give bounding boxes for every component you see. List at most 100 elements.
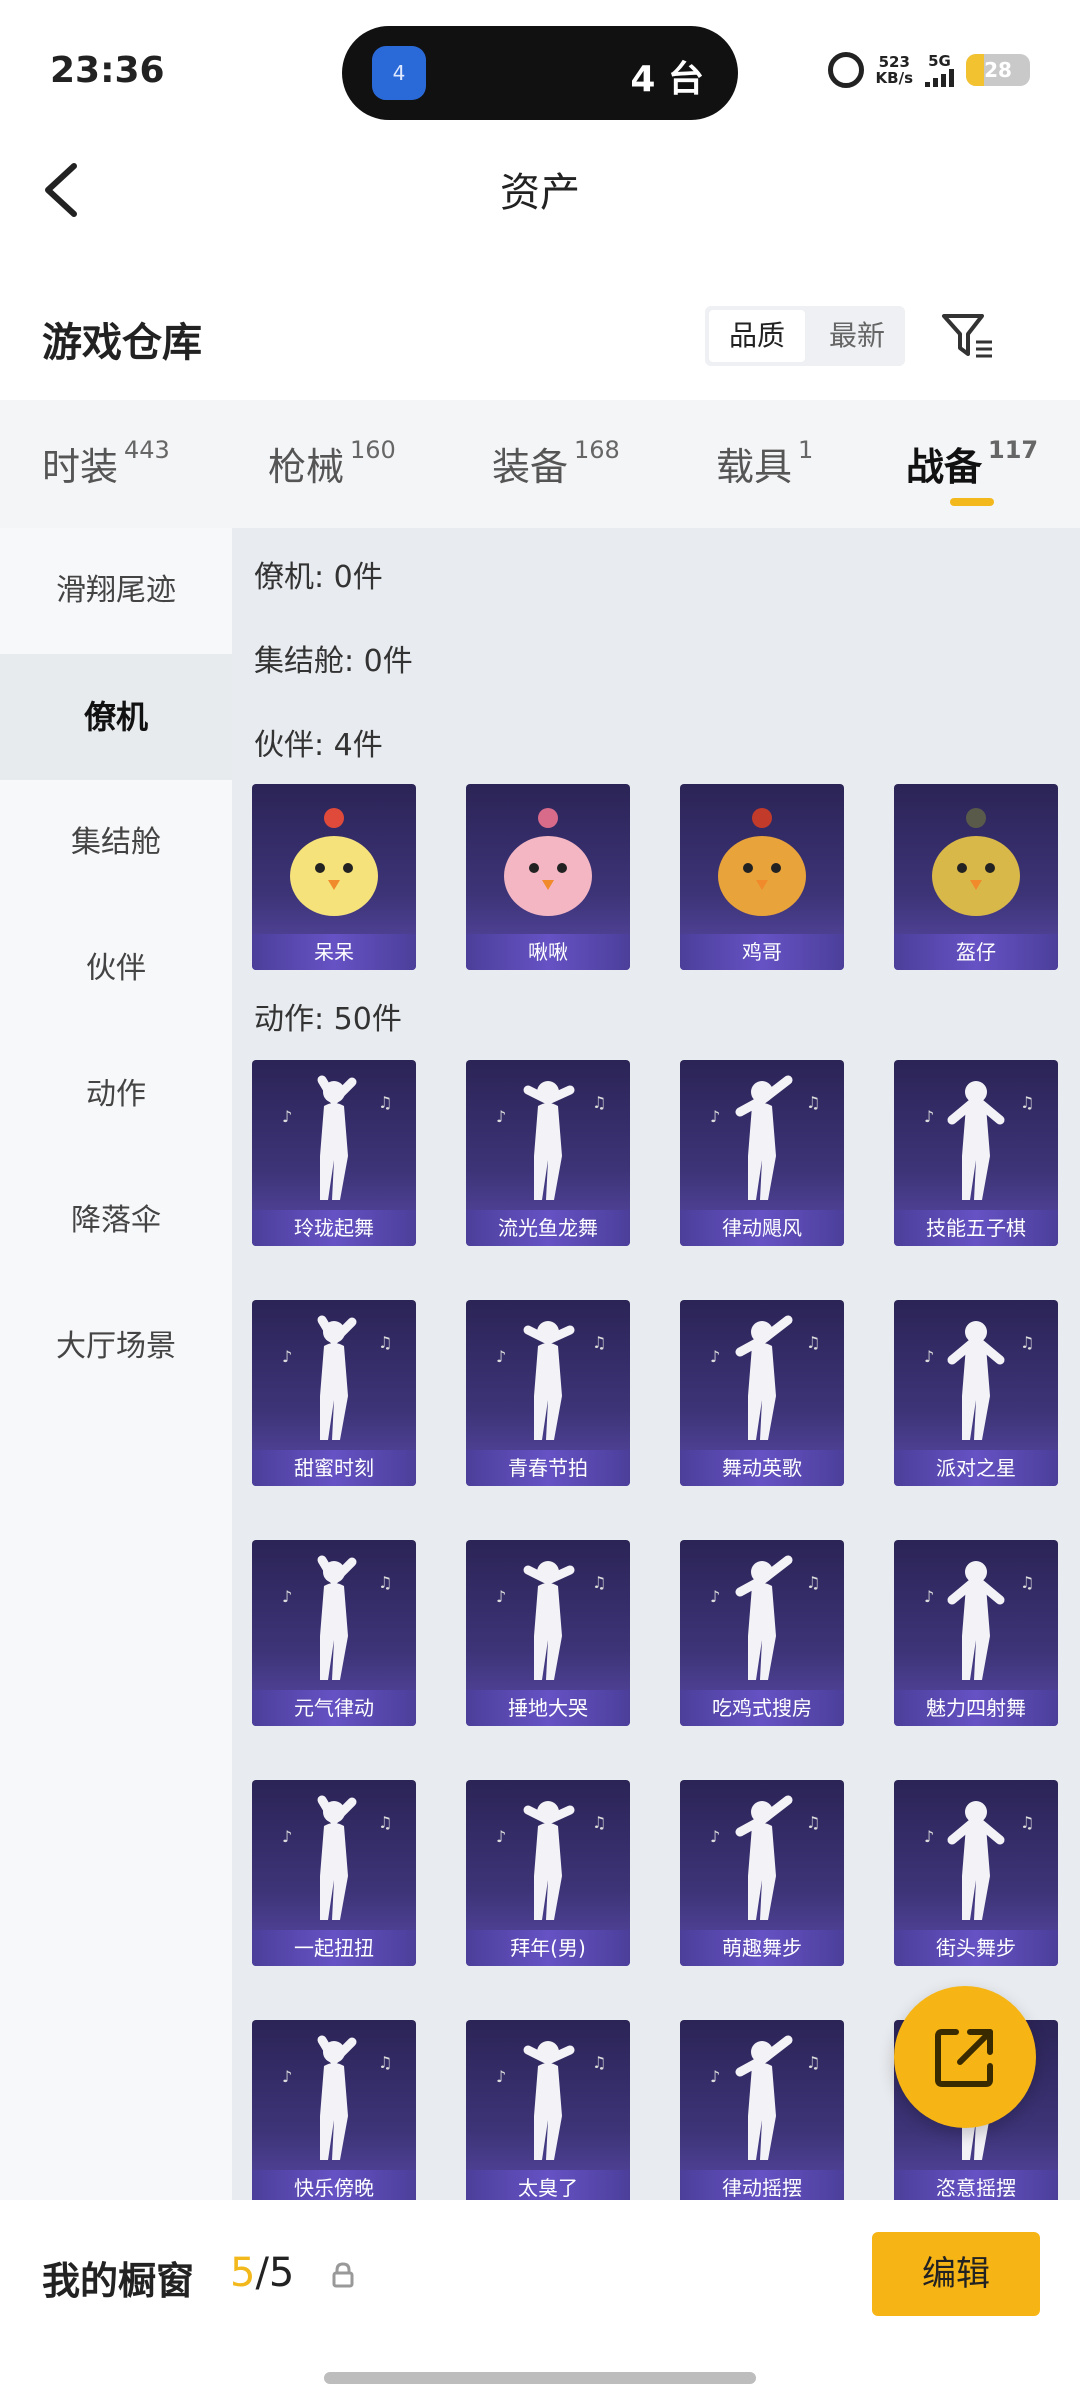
sidebar-item-capsule[interactable]: 集结舱 [0,780,232,906]
lock-icon [332,2262,354,2288]
net-speed: 523 KB/s [876,54,913,86]
partner-card[interactable]: 呆呆 [252,784,416,970]
sidebar-item-partner[interactable]: 伙伴 [0,906,232,1032]
emote-figure: ♪♫ [680,1540,844,1690]
group-label-emote: 动作: 50件 [254,1002,402,1037]
card-name: 盔仔 [894,934,1058,970]
sort-newest[interactable]: 最新 [809,306,905,366]
emote-figure: ♪♫ [894,1540,1058,1690]
signal: 5G [925,53,954,87]
card-name: 技能五子棋 [894,1210,1058,1246]
status-time: 23:36 [50,50,165,91]
svg-text:♪: ♪ [496,1587,506,1606]
emote-card[interactable]: ♪ ♫ 技能五子棋 [894,1060,1058,1246]
emote-card[interactable]: ♪ ♫ 拜年(男) [466,1780,630,1966]
sidebar-item-emote[interactable]: 动作 [0,1032,232,1158]
emote-card[interactable]: ♪ ♫ 律动摇摆 [680,2020,844,2200]
sort-quality[interactable]: 品质 [709,310,806,362]
status-bar: 23:36 4 4 台 523 KB/s 5G 28 [0,0,1080,130]
svg-text:♫: ♫ [592,2053,606,2072]
dynamic-island[interactable]: 4 4 台 [342,26,738,120]
partner-avatar [466,784,630,934]
share-button[interactable] [894,1986,1036,2128]
emote-card[interactable]: ♪ ♫ 甜蜜时刻 [252,1300,416,1486]
card-name: 元气律动 [252,1690,416,1726]
emote-card[interactable]: ♪ ♫ 吃鸡式搜房 [680,1540,844,1726]
item-grid: 僚机: 0件 集结舱: 0件 伙伴: 4件 动作: 50件 呆呆 啾啾 鸡哥 盔仔 ♪ ♫… [232,528,1080,2200]
svg-text:♫: ♫ [378,1573,392,1592]
emote-card[interactable]: ♪ ♫ 流光鱼龙舞 [466,1060,630,1246]
tab-label: 枪械 [268,445,345,489]
emote-card[interactable]: ♪ ♫ 派对之星 [894,1300,1058,1486]
tab-fashion[interactable]: 时装 443 [42,436,170,491]
emote-figure: ♪♫ [466,1060,630,1210]
card-name: 捶地大哭 [466,1690,630,1726]
sidebar-item-glide-trail[interactable]: 滑翔尾迹 [0,528,232,654]
partner-avatar [894,784,1058,934]
group-label-partner: 伙伴: 4件 [254,728,383,763]
emote-card[interactable]: ♪ ♫ 元气律动 [252,1540,416,1726]
card-name: 青春节拍 [466,1450,630,1486]
card-name: 甜蜜时刻 [252,1450,416,1486]
showcase-count: 5/5 [230,2250,294,2296]
emote-figure: ♪♫ [466,2020,630,2170]
sidebar-item-parachute[interactable]: 降落伞 [0,1158,232,1284]
filter-icon[interactable] [940,312,996,362]
card-name: 鸡哥 [680,934,844,970]
card-name: 舞动英歌 [680,1450,844,1486]
home-indicator [324,2372,756,2384]
tab-count: 1 [798,436,814,464]
svg-text:♪: ♪ [496,1827,506,1846]
partner-card[interactable]: 啾啾 [466,784,630,970]
tab-battle-gear[interactable]: 战备 117 [906,436,1038,491]
tab-guns[interactable]: 枪械 160 [268,436,396,491]
tab-label: 时装 [42,445,119,489]
svg-text:♫: ♫ [378,2053,392,2072]
alarm-icon [827,52,864,88]
net-speed-unit: KB/s [875,69,913,87]
emote-card[interactable]: ♪ ♫ 律动飓风 [680,1060,844,1246]
svg-text:♫: ♫ [806,1093,820,1112]
category-tabs: 时装 443 枪械 160 装备 168 载具 1 战备 117 [0,400,1080,528]
card-name: 呆呆 [252,934,416,970]
active-tab-indicator [950,498,994,506]
emote-figure: ♪♫ [466,1540,630,1690]
svg-text:♪: ♪ [282,2067,292,2086]
emote-card[interactable]: ♪ ♫ 捶地大哭 [466,1540,630,1726]
group-label-capsule: 集结舱: 0件 [254,644,413,679]
battery-icon: 28 [966,54,1030,86]
partner-card[interactable]: 盔仔 [894,784,1058,970]
emote-card[interactable]: ♪ ♫ 太臭了 [466,2020,630,2200]
emote-card[interactable]: ♪ ♫ 萌趣舞步 [680,1780,844,1966]
tab-equipment[interactable]: 装备 168 [492,436,620,491]
card-name: 玲珑起舞 [252,1210,416,1246]
emote-card[interactable]: ♪ ♫ 玲珑起舞 [252,1060,416,1246]
sidebar-item-lobby-scene[interactable]: 大厅场景 [0,1284,232,1410]
svg-text:♪: ♪ [496,1107,506,1126]
tab-vehicles[interactable]: 载具 1 [716,436,813,491]
emote-card[interactable]: ♪ ♫ 街头舞步 [894,1780,1058,1966]
net-speed-value: 523 [878,53,910,71]
tab-label: 战备 [906,445,983,489]
network-type: 5G [928,52,951,70]
emote-card[interactable]: ♪ ♫ 魅力四射舞 [894,1540,1058,1726]
sidebar-item-wingman[interactable]: 僚机 [0,654,232,780]
partner-avatar [252,784,416,934]
svg-text:♪: ♪ [282,1347,292,1366]
card-name: 律动飓风 [680,1210,844,1246]
emote-figure: ♪♫ [680,1060,844,1210]
emote-card[interactable]: ♪ ♫ 一起扭扭 [252,1780,416,1966]
card-name: 街头舞步 [894,1930,1058,1966]
svg-text:♫: ♫ [806,1333,820,1352]
partner-card[interactable]: 鸡哥 [680,784,844,970]
battery-level: 28 [984,58,1012,82]
emote-figure: ♪♫ [252,1300,416,1450]
tab-count: 117 [988,436,1039,464]
svg-text:♪: ♪ [710,1107,720,1126]
emote-card[interactable]: ♪ ♫ 青春节拍 [466,1300,630,1486]
emote-card[interactable]: ♪ ♫ 快乐傍晚 [252,2020,416,2200]
svg-text:♫: ♫ [592,1093,606,1112]
emote-figure: ♪♫ [252,1540,416,1690]
emote-card[interactable]: ♪ ♫ 舞动英歌 [680,1300,844,1486]
edit-button[interactable]: 编辑 [872,2232,1040,2316]
